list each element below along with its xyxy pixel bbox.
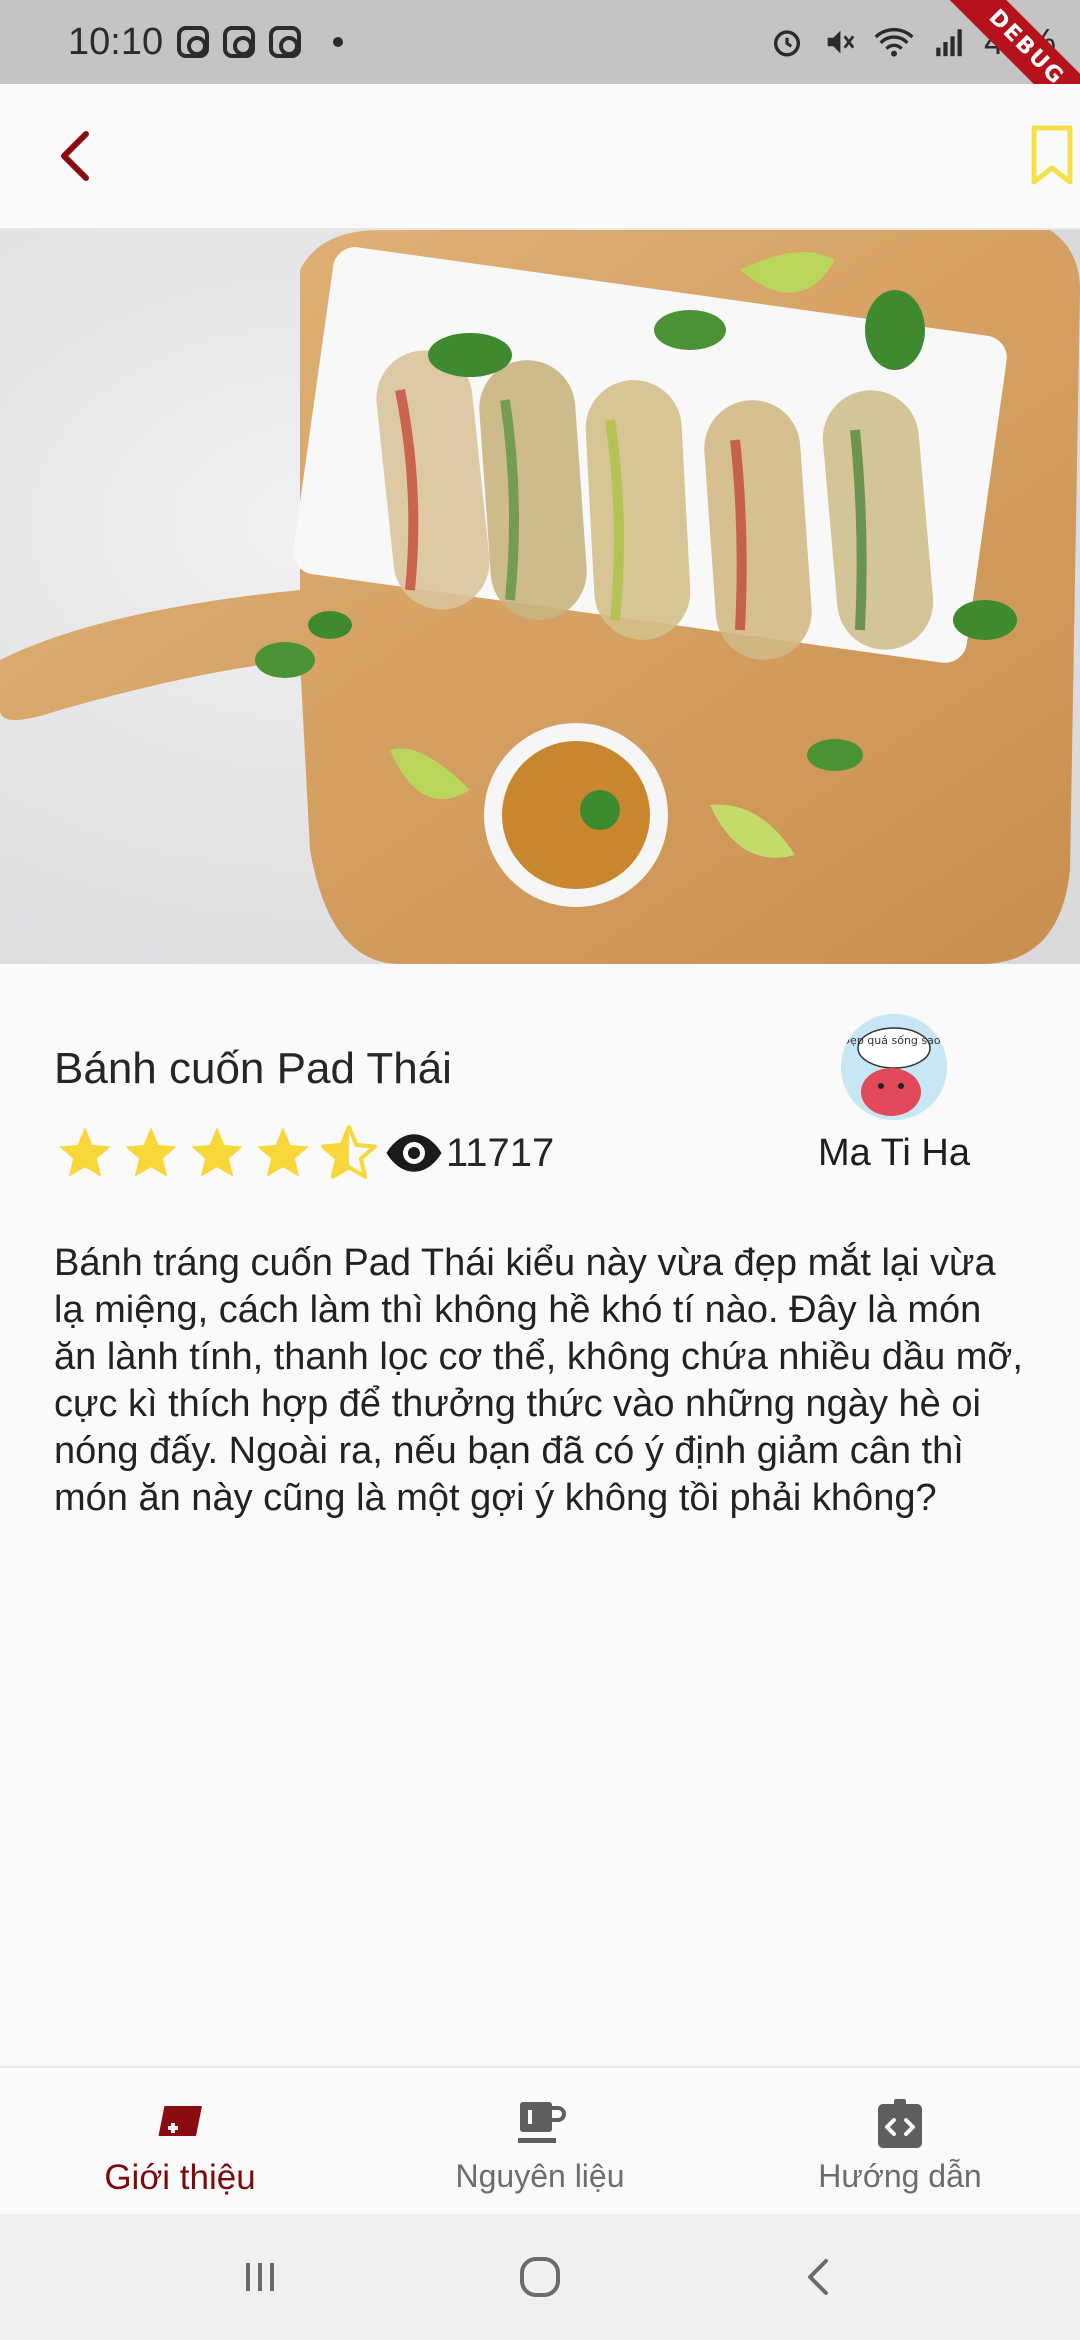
avatar-caption: Đẹp quá sống sao? [842, 1034, 947, 1047]
tab-ingredients[interactable]: Nguyên liệu [360, 2068, 720, 2214]
tab-instructions[interactable]: Hướng dẫn [720, 2068, 1080, 2214]
recipe-image [0, 230, 1080, 964]
recent-apps-button[interactable] [230, 2247, 290, 2307]
status-time: 10:10 [68, 20, 164, 63]
more-notifications-icon [333, 37, 344, 47]
recipe-book-icon [158, 2105, 202, 2137]
rating-row: 11717 [54, 1122, 554, 1184]
tab-ingredients-label: Nguyên liệu [455, 2158, 625, 2194]
tab-intro-label: Giới thiệu [104, 2158, 256, 2197]
app-bar [0, 84, 1080, 230]
avatar[interactable]: Đẹp quá sống sao? [841, 1014, 947, 1120]
recipe-description: Bánh tráng cuốn Pad Thái kiểu này vừa đẹ… [54, 1242, 1023, 1519]
clipboard-code-icon [878, 2099, 922, 2148]
star-full-icon [125, 1127, 177, 1177]
instagram-notification-icon [223, 26, 256, 58]
recipe-details: Bánh cuốn Pad Thái 11717 Đẹp quá sống sa… [0, 964, 1080, 2066]
author-profile[interactable]: Đẹp quá sống sao? Ma Ti Ha [794, 1014, 994, 1175]
cup-icon [518, 2102, 566, 2143]
avatar-cartoon-icon: Đẹp quá sống sao? [841, 1014, 947, 1120]
author-name[interactable]: Ma Ti Ha [794, 1132, 994, 1175]
instagram-notification-icon [177, 26, 210, 58]
instagram-notification-icon [269, 26, 302, 58]
spring-rolls-photo [0, 230, 1080, 964]
back-button[interactable] [40, 120, 112, 192]
tab-intro[interactable]: Giới thiệu [0, 2068, 360, 2214]
system-navigation-bar [0, 2214, 1080, 2340]
views-count: 11717 [446, 1130, 555, 1175]
star-full-icon [257, 1127, 309, 1177]
view-count: 11717 [384, 1123, 554, 1183]
bottom-navigation: Giới thiệu Nguyên liệu Hướng dẫn [0, 2066, 1080, 2214]
recipe-title: Bánh cuốn Pad Thái [54, 1044, 452, 1093]
star-full-icon [191, 1127, 243, 1177]
star-half-icon [321, 1125, 377, 1179]
system-back-button[interactable] [790, 2247, 850, 2307]
mute-icon [827, 30, 855, 54]
bookmark-button[interactable] [1024, 124, 1080, 188]
home-button[interactable] [510, 2247, 570, 2307]
tab-instructions-label: Hướng dẫn [818, 2158, 982, 2194]
star-full-icon [59, 1127, 111, 1177]
eye-icon [386, 1134, 442, 1172]
alarm-icon [773, 30, 800, 57]
